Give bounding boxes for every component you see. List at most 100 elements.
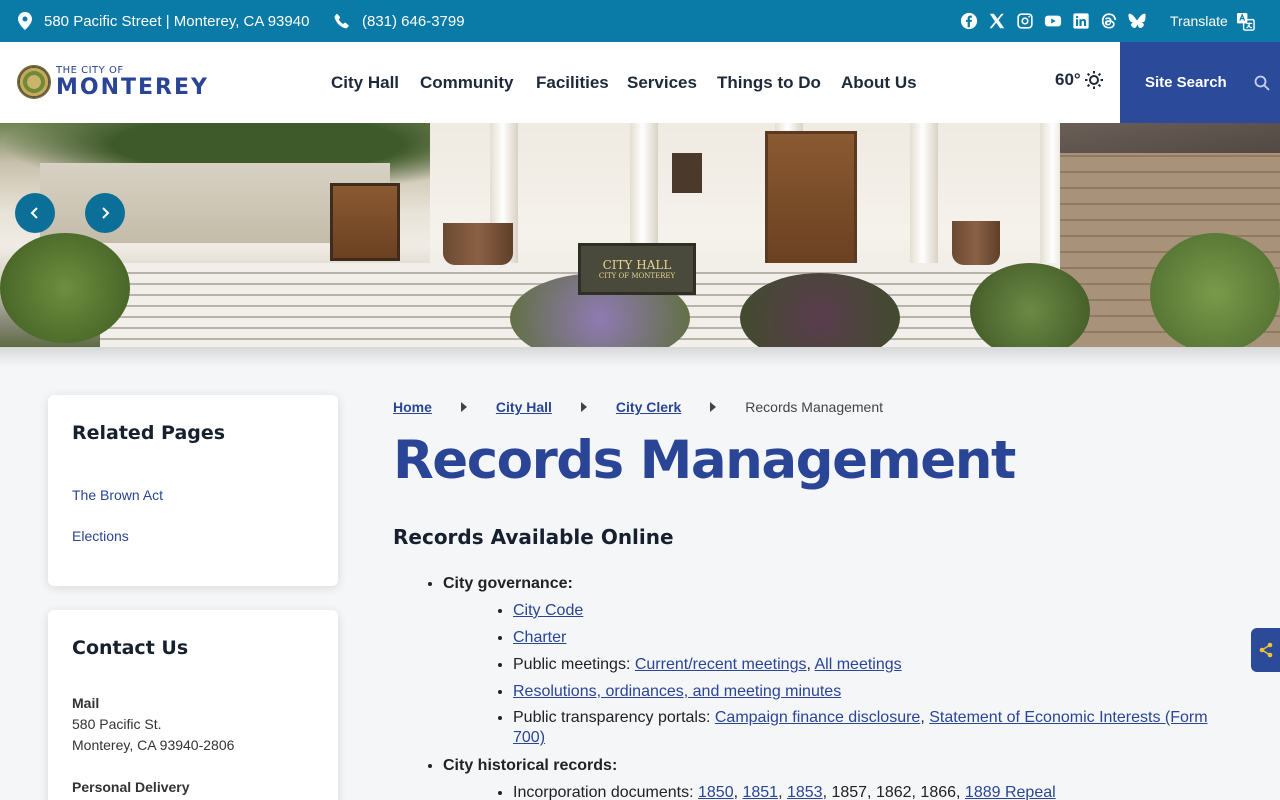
address-item[interactable]: 580 Pacific Street | Monterey, CA 93940 [18,0,309,42]
front-door [765,131,857,266]
historical-list: Incorporation documents: 1850, 1851, 185… [443,779,1213,800]
phone-icon [334,13,349,29]
instagram-icon[interactable] [1015,11,1035,31]
threads-icon[interactable] [1099,11,1119,31]
chevron-right-icon [460,402,467,412]
meetings-prefix: Public meetings: [513,656,635,673]
side-door [330,183,400,261]
temperature: 60° [1055,70,1081,89]
translate-button[interactable]: Translate [1170,0,1255,42]
nav-community[interactable]: Community [420,42,514,123]
translate-icon [1236,12,1255,31]
nav-city-hall[interactable]: City Hall [331,42,399,123]
youtube-icon[interactable] [1043,11,1063,31]
chevron-right-icon [710,402,717,412]
plaque [672,153,702,193]
related-pages-card: Related Pages The Brown Act Elections [48,395,338,586]
chevron-right-icon [580,402,587,412]
incorp-prefix: Incorporation documents: [513,784,698,800]
breadcrumb-current: Records Management [745,399,884,415]
mail-line-1: 580 Pacific St. [72,716,162,732]
slider-next-button[interactable] [85,193,125,233]
incorp-plain: 1857, 1862, 1866, [831,784,961,800]
weather-widget[interactable]: 60° [1055,70,1104,90]
governance-list: City Code Charter Public meetings: Curre… [443,597,1213,752]
link-city-code[interactable]: City Code [513,602,583,619]
hero-image: CITY HALL CITY OF MONTEREY [0,123,1280,347]
share-icon [1259,642,1272,658]
bluesky-icon[interactable] [1127,11,1147,31]
x-icon[interactable] [987,11,1007,31]
sign-line-2: CITY OF MONTEREY [598,272,676,280]
city-seal-icon [17,65,51,99]
contact-card: Contact Us Mail 580 Pacific St. Monterey… [48,610,338,800]
list-item: City Code [513,597,1213,624]
sun-icon [1084,71,1103,89]
utility-bar: 580 Pacific Street | Monterey, CA 93940 … [0,0,1280,42]
sign-line-1: CITY HALL [602,258,672,272]
facebook-icon[interactable] [959,11,979,31]
breadcrumb-city-clerk[interactable]: City Clerk [616,399,681,415]
related-pages-title: Related Pages [72,422,226,444]
list-item: City governance: City Code Charter Publi… [443,570,1213,752]
location-pin-icon [18,12,32,30]
list-item: Public meetings: Current/recent meetings… [513,651,1213,678]
records-list: City governance: City Code Charter Publi… [393,570,1213,800]
address-text: 580 Pacific Street | Monterey, CA 93940 [44,12,310,30]
nav-things-to-do[interactable]: Things to Do [717,42,821,123]
bush [970,263,1090,347]
logo-wordmark: THE CITY OF MONTEREY [56,64,209,100]
nav-facilities[interactable]: Facilities [536,42,609,123]
logo-small-text: THE CITY OF [56,64,124,76]
bush [1150,233,1280,347]
column [910,123,938,273]
list-item: Public transparency portals: Campaign fi… [513,705,1213,752]
link-1850[interactable]: 1850 [698,784,734,800]
city-hall-sign: CITY HALL CITY OF MONTEREY [578,243,696,295]
page-title: Records Management [393,430,1016,491]
section-title: Records Available Online [393,525,674,549]
breadcrumb: Home City Hall City Clerk Records Manage… [393,399,883,415]
planter [952,221,1000,265]
phone-item[interactable]: (831) 646-3799 [334,0,465,42]
link-1851[interactable]: 1851 [742,784,778,800]
search-icon [1254,75,1270,91]
delivery-label: Personal Delivery [72,779,190,795]
site-search-label: Site Search [1145,74,1227,91]
slider-prev-button[interactable] [15,193,55,233]
planter [443,223,513,265]
breadcrumb-city-hall[interactable]: City Hall [496,399,552,415]
phone-text: (831) 646-3799 [362,12,465,30]
link-brown-act[interactable]: The Brown Act [72,487,163,503]
list-item: Incorporation documents: 1850, 1851, 185… [513,779,1213,800]
link-1889-repeal[interactable]: 1889 Repeal [965,784,1056,800]
logo-big-text: MONTEREY [56,74,209,100]
link-elections[interactable]: Elections [72,528,129,544]
bush [0,233,130,343]
mail-line-2: Monterey, CA 93940-2806 [72,737,235,753]
governance-label: City governance: [443,575,573,592]
contact-title: Contact Us [72,637,189,659]
site-header: THE CITY OF MONTEREY City Hall Community… [0,42,1280,123]
translate-label: Translate [1170,13,1228,29]
nav-services[interactable]: Services [627,42,697,123]
historical-label: City historical records: [443,757,618,774]
link-all-meetings[interactable]: All meetings [815,656,902,673]
site-search-button[interactable]: Site Search [1120,42,1280,123]
link-resolutions[interactable]: Resolutions, ordinances, and meeting min… [513,683,841,700]
linkedin-icon[interactable] [1071,11,1091,31]
top-level-list: City governance: City Code Charter Publi… [393,570,1213,800]
link-campaign-finance[interactable]: Campaign finance disclosure [715,709,920,726]
share-button[interactable] [1251,628,1280,672]
nav-about-us[interactable]: About Us [841,42,917,123]
link-1853[interactable]: 1853 [787,784,823,800]
city-logo[interactable]: THE CITY OF MONTEREY [17,65,209,99]
breadcrumb-home[interactable]: Home [393,399,432,415]
transparency-prefix: Public transparency portals: [513,709,715,726]
mail-label: Mail [72,695,100,711]
list-item: City historical records: Incorporation d… [443,752,1213,800]
link-current-meetings[interactable]: Current/recent meetings [635,656,807,673]
chevron-left-icon [30,207,38,219]
hero-shadow [0,347,1280,367]
link-charter[interactable]: Charter [513,629,566,646]
